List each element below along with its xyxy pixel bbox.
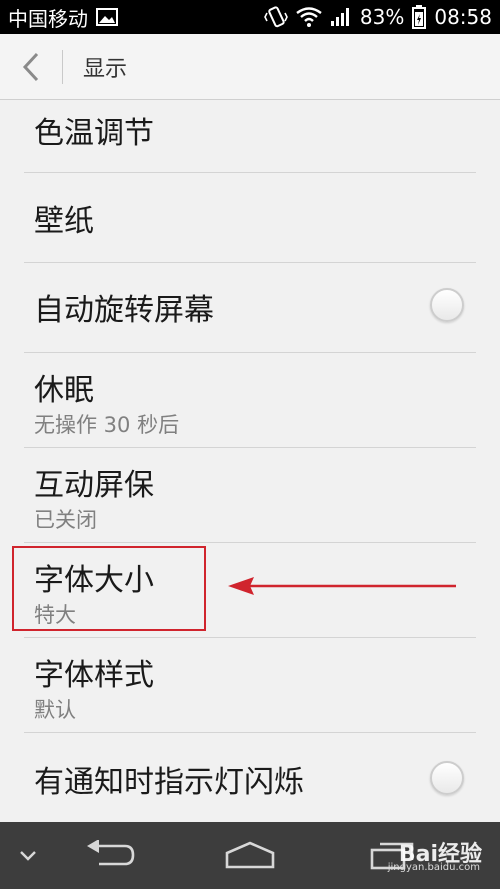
watermark-url: jingyan.baidu.com	[387, 862, 480, 873]
image-icon	[96, 8, 118, 26]
setting-title: 休眠	[34, 373, 94, 408]
collapse-button[interactable]	[10, 838, 46, 874]
setting-title: 互动屏保	[34, 468, 154, 503]
setting-title: 壁纸	[34, 204, 94, 239]
back-icon	[87, 840, 135, 866]
setting-title: 色温调节	[34, 116, 154, 151]
setting-sleep[interactable]: 休眠 无操作 30 秒后	[0, 353, 500, 447]
vibrate-icon	[264, 6, 288, 28]
notification-light-toggle[interactable]	[430, 761, 464, 795]
setting-subtitle: 默认	[34, 698, 76, 722]
auto-rotate-toggle[interactable]	[430, 288, 464, 322]
baidu-watermark: Bai经验 jingyan.baidu.com	[388, 836, 482, 873]
status-bar: 中国移动 83% 08:58	[0, 0, 500, 34]
home-icon	[225, 841, 275, 869]
signal-icon	[330, 7, 352, 27]
annotation-highlight-box	[12, 546, 206, 631]
setting-title: 字体样式	[34, 658, 154, 693]
setting-font-style[interactable]: 字体样式 默认	[0, 638, 500, 732]
battery-percent: 83%	[359, 5, 405, 29]
nav-back-button[interactable]	[80, 834, 140, 876]
wifi-icon	[296, 7, 322, 27]
setting-daydream[interactable]: 互动屏保 已关闭	[0, 448, 500, 542]
carrier-label: 中国移动	[8, 6, 88, 31]
setting-title: 有通知时指示灯闪烁	[34, 765, 304, 800]
setting-auto-rotate[interactable]: 自动旋转屏幕	[0, 263, 500, 352]
clock: 08:58	[434, 5, 492, 29]
collapse-icon	[20, 851, 36, 861]
setting-subtitle: 已关闭	[34, 508, 97, 532]
settings-list[interactable]: 色温调节 壁纸 自动旋转屏幕 休眠 无操作 30 秒后 互动屏保 已关闭 字体大…	[0, 100, 500, 822]
page-title: 显示	[83, 56, 128, 82]
battery-icon	[412, 5, 427, 29]
setting-wallpaper[interactable]: 壁纸	[0, 173, 500, 262]
setting-color-temperature[interactable]: 色温调节	[0, 100, 500, 172]
back-button[interactable]	[0, 34, 62, 100]
nav-home-button[interactable]	[220, 834, 280, 876]
title-divider	[62, 49, 63, 84]
action-bar: 显示	[0, 34, 500, 100]
back-chevron-icon	[22, 52, 39, 81]
setting-title: 自动旋转屏幕	[34, 293, 214, 328]
setting-notification-light[interactable]: 有通知时指示灯闪烁	[0, 733, 500, 822]
annotation-arrow-icon	[228, 577, 456, 595]
setting-subtitle: 无操作 30 秒后	[34, 413, 180, 437]
